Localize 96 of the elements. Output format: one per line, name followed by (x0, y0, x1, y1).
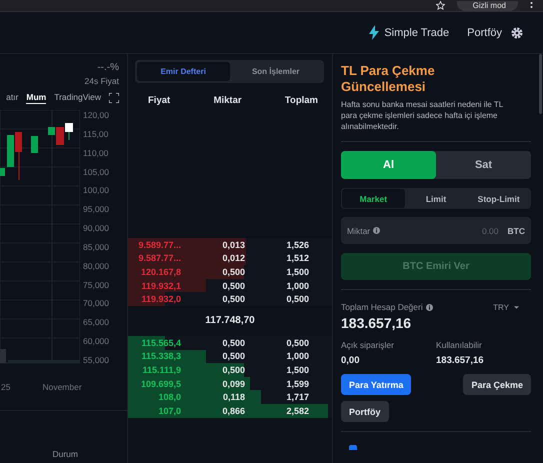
candle (0, 168, 5, 176)
column-header: Fiyat (148, 95, 170, 106)
price-change: --.-% (96, 61, 120, 73)
bid-price: 108,0 (157, 392, 181, 402)
currency-dropdown[interactable]: TRY (493, 302, 509, 312)
account-button[interactable]: Para Çekme (463, 374, 531, 395)
ask-price: 119.932,1 (140, 280, 181, 291)
total-cell-text: 1,599 (285, 378, 309, 389)
account-button[interactable]: Portföy (341, 401, 388, 422)
total-cell-text: 1,500 (285, 266, 309, 277)
axis-label: 65,000 (83, 317, 110, 330)
axis-label: 105,00 (83, 166, 110, 179)
total-cell-text: 0,500 (285, 338, 309, 348)
notice-title: TL Para Çekme Güncellemesi (341, 63, 436, 95)
total-cell-text: 2,582 (285, 406, 309, 416)
notice-text: Hafta sonu banka mesai saatleri nedeni ile TL para çekme işlemleri sadece hafta içi işleme alınabilmektedir. (341, 99, 504, 132)
field-label: Miktar (347, 226, 370, 236)
amount-field[interactable]: Miktar 0.00 BTC (341, 217, 531, 244)
star-icon[interactable] (436, 1, 445, 10)
amount-cell-text: 0,866 (221, 406, 245, 416)
bid-price: 109.699,5 (140, 378, 181, 389)
ask-price: 9.587.77... (137, 253, 181, 264)
total-cell-text: 1,512 (285, 253, 309, 264)
amount-cell-text: 0,118 (222, 392, 245, 402)
scrollbar-thumb[interactable] (539, 54, 542, 114)
amount-cell-text: 0,500 (221, 294, 245, 304)
axis-label: 120,00 (83, 110, 110, 122)
amount-input[interactable]: 0.00 (383, 224, 501, 236)
amount-cell-text: 0,500 (221, 351, 245, 362)
total-value-label: Toplam Hesap Değeri (341, 302, 423, 312)
axis-label: 90,000 (83, 223, 110, 236)
ask-price: 119.932,0 (140, 294, 181, 304)
axis-label: 75,000 (83, 280, 110, 292)
ask-price: 9.589.77... (137, 240, 181, 250)
axis-label: 55,000 (83, 354, 110, 367)
candle (31, 136, 38, 153)
lightning-icon (369, 25, 380, 40)
axis-label: 85,000 (83, 242, 110, 254)
axis-label: November (42, 382, 82, 392)
price-caption: 24s Fiyat (84, 75, 120, 86)
amount-cell-text: 0,500 (221, 266, 245, 277)
chart-type-tab[interactable]: TradingView (54, 92, 101, 104)
chart-type-tab[interactable]: atır (6, 92, 18, 104)
total-value: 183.657,16 (341, 315, 412, 331)
available-value: 183.657,16 (436, 355, 485, 366)
amount-cell-text: 0,500 (221, 364, 245, 375)
settings-icon[interactable] (511, 26, 523, 38)
profile-button[interactable]: Gizli mod (456, 0, 518, 10)
ask-price: 120.167,8 (140, 266, 181, 277)
chart-type-tab[interactable]: Mum (26, 92, 46, 104)
bid-price: 115.111,9 (141, 364, 181, 375)
menu-icon[interactable] (530, 2, 533, 10)
column-header: Miktar (214, 95, 242, 106)
amount-cell-text: 0,500 (221, 280, 245, 291)
total-cell-text: 1,000 (285, 351, 309, 362)
amount-cell-text: 0,099 (221, 378, 245, 389)
info-icon (426, 304, 433, 310)
deposit-button[interactable]: Para Yatırma (341, 374, 412, 395)
simple-trade-link[interactable]: Simple Trade (384, 26, 450, 38)
order-type-tab[interactable]: Limit (404, 189, 468, 208)
total-cell-text: 1,500 (285, 364, 309, 375)
portfolio-link[interactable]: Portföy (467, 26, 502, 38)
side-tab[interactable]: Sat (436, 151, 531, 179)
bid-price: 115.338,3 (140, 351, 181, 362)
bid-price: 115.565,4 (140, 338, 181, 348)
axis-label: 70,000 (83, 298, 110, 310)
axis-label: 110,00 (83, 148, 110, 160)
info-icon (373, 227, 380, 234)
last-price: 117.748,70 (204, 314, 256, 328)
axis-label: 80,000 (83, 260, 110, 273)
column-header: Toplam (284, 95, 318, 106)
amount-cell-text: 0,012 (221, 253, 245, 264)
caret-icon[interactable] (514, 306, 519, 308)
axis-label: 100,00 (83, 185, 110, 198)
total-cell-text: 1,000 (285, 280, 309, 291)
bid-price: 107,0 (157, 406, 181, 416)
axis-label: 25 (1, 382, 10, 392)
order-book-tab[interactable]: Son İşlemler (230, 62, 322, 81)
total-cell-text: 1,717 (285, 392, 309, 402)
order-type-tab[interactable]: Market (342, 189, 405, 208)
amount-cell-text: 0,500 (221, 338, 245, 348)
column-header: Durum (51, 448, 79, 459)
open-orders-value: 0,00 (341, 355, 360, 366)
axis-label: 60,000 (83, 336, 110, 348)
total-cell-text: 1,526 (285, 240, 309, 250)
open-orders-label: Açık siparişler (341, 340, 395, 350)
fullscreen-icon[interactable] (109, 93, 119, 103)
checkbox[interactable] (349, 445, 357, 450)
unit-label: BTC (508, 226, 525, 236)
axis-label: 95,000 (83, 204, 110, 216)
available-label: Kullanılabilir (436, 340, 483, 350)
axis-label: 115,00 (83, 128, 110, 141)
total-cell-text: 0,500 (285, 294, 309, 304)
order-type-tab[interactable]: Stop-Limit (467, 189, 530, 208)
amount-cell-text: 0,013 (221, 240, 245, 250)
order-book-tab[interactable]: Emir Defteri (137, 62, 230, 81)
